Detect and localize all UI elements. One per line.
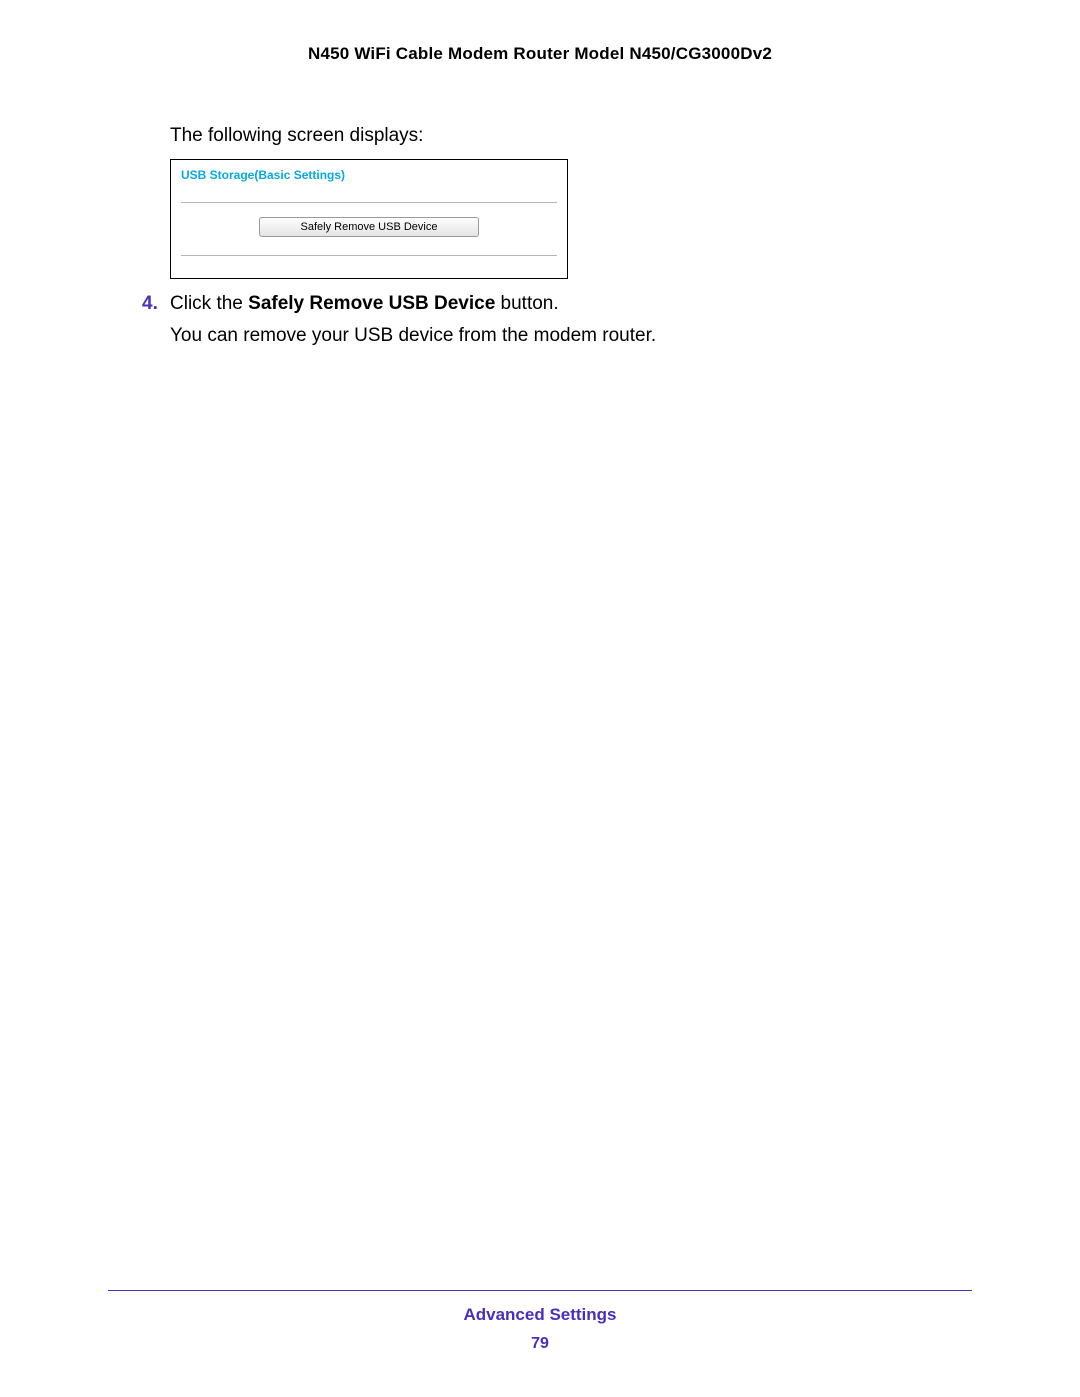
divider <box>181 202 557 203</box>
step-prefix: Click the <box>170 293 248 314</box>
step-text: Click the Safely Remove USB Device butto… <box>170 293 559 315</box>
safely-remove-usb-button[interactable]: Safely Remove USB Device <box>259 217 479 237</box>
screenshot-panel-title: USB Storage(Basic Settings) <box>181 168 557 182</box>
document-header: N450 WiFi Cable Modem Router Model N450/… <box>108 40 972 124</box>
intro-text: The following screen displays: <box>170 124 972 149</box>
footer-section-title: Advanced Settings <box>108 1305 972 1325</box>
embedded-screenshot: USB Storage(Basic Settings) Safely Remov… <box>170 159 568 279</box>
page-footer: Advanced Settings 79 <box>108 1290 972 1353</box>
footer-divider <box>108 1290 972 1291</box>
footer-page-number: 79 <box>108 1335 972 1353</box>
step-suffix: button. <box>495 293 558 314</box>
step-number: 4. <box>142 293 170 315</box>
followup-text: You can remove your USB device from the … <box>170 325 972 347</box>
instruction-step: 4. Click the Safely Remove USB Device bu… <box>142 293 972 315</box>
divider <box>181 255 557 256</box>
step-bold: Safely Remove USB Device <box>248 293 495 314</box>
